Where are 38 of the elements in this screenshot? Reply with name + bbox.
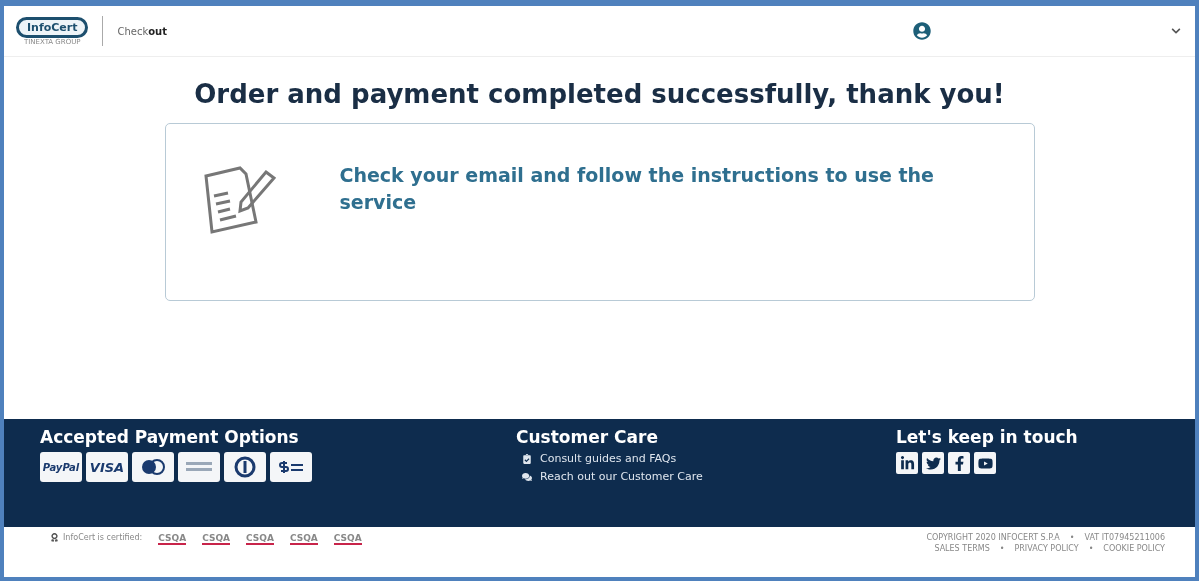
- user-icon[interactable]: [913, 22, 931, 40]
- chevron-down-icon[interactable]: [1171, 26, 1181, 36]
- footer-link[interactable]: COOKIE POLICY: [1103, 544, 1165, 553]
- separator-dot: •: [1069, 533, 1075, 542]
- certification-badge: CSQA: [202, 533, 230, 545]
- separator-dot: •: [999, 544, 1005, 553]
- youtube-icon[interactable]: [974, 452, 996, 474]
- separator-dot: •: [1088, 544, 1094, 553]
- linkedin-icon[interactable]: [896, 452, 918, 474]
- certification-badge: CSQA: [289, 533, 318, 545]
- twitter-icon[interactable]: [922, 452, 944, 474]
- clipboard-icon: [522, 453, 532, 464]
- card-circles-icon: [132, 452, 174, 482]
- customer-care-link[interactable]: Reach out our Customer Care: [522, 470, 896, 483]
- footer-link[interactable]: SALES TERMS: [934, 544, 990, 553]
- customer-care-title: Customer Care: [516, 427, 659, 447]
- payment-card: VISA: [86, 452, 128, 482]
- footer-link[interactable]: PRIVACY POLICY: [1014, 544, 1079, 553]
- award-icon: [50, 533, 59, 542]
- cash-icon: [270, 452, 312, 482]
- social-title: Let's keep in touch: [896, 427, 1079, 447]
- chat-icon: [522, 471, 532, 482]
- payment-options-title: Accepted Payment Options: [40, 427, 300, 447]
- certification-badge: CSQA: [158, 533, 187, 545]
- payment-card: PayPal: [40, 452, 82, 482]
- certification-badge: CSQA: [246, 533, 274, 545]
- customer-care-link[interactable]: Consult guides and FAQs: [522, 452, 896, 465]
- vat-number: VAT IT07945211006: [1084, 533, 1165, 542]
- facebook-icon[interactable]: [948, 452, 970, 474]
- copyright-text: COPYRIGHT 2020 INFOCERT S.P.A: [926, 533, 1060, 542]
- card-ring-icon: [224, 452, 266, 482]
- page-section: Checkout: [117, 25, 168, 37]
- instruction-message: Check your email and follow the instructions to use the service: [339, 163, 935, 215]
- certification-badge: CSQA: [333, 533, 362, 545]
- logo[interactable]: InfoCert: [16, 16, 89, 38]
- page-title: Order and payment completed successfully, thank you!: [194, 79, 1005, 109]
- card-stripes-icon: [178, 452, 220, 482]
- certified-label: InfoCert is certified:: [63, 533, 143, 542]
